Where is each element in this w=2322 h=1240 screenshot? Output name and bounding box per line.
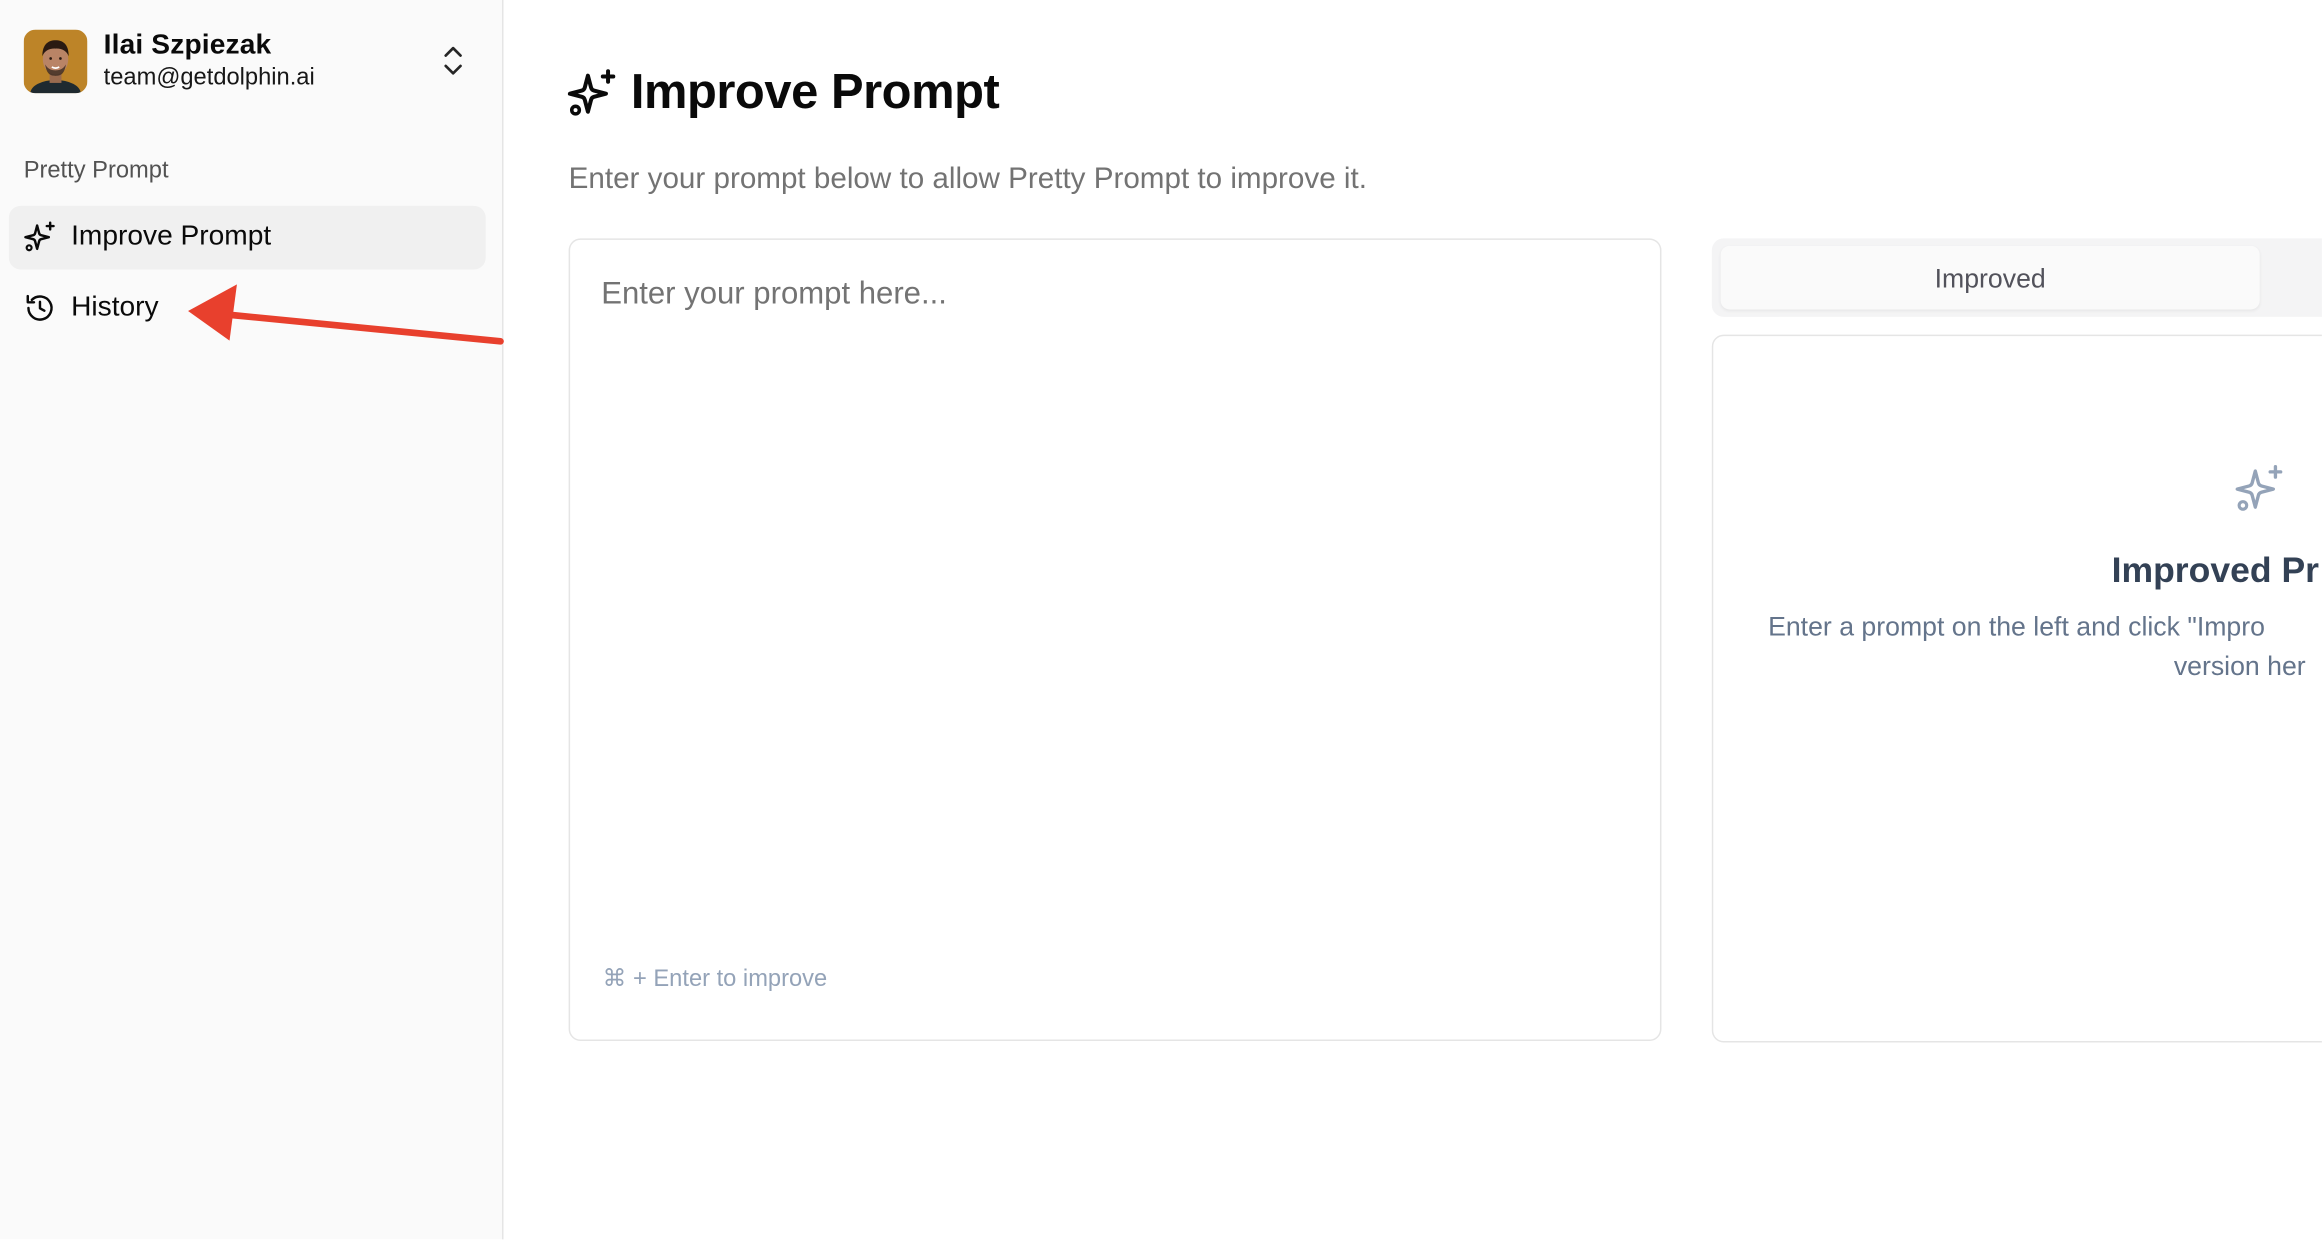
sparkles-icon bbox=[2235, 464, 2283, 511]
user-avatar-photo bbox=[23, 29, 88, 94]
annotation-arrow bbox=[188, 284, 504, 345]
shortcut-hint: ⌘ + Enter to improve bbox=[602, 966, 828, 993]
sidebar-item-label: Improve Prompt bbox=[71, 220, 272, 252]
user-name: Ilai Szpiezak bbox=[103, 29, 272, 61]
user-switcher[interactable]: Ilai Szpiezak team@getdolphin.ai bbox=[23, 28, 477, 96]
sparkles-icon bbox=[24, 221, 55, 252]
sidebar-item-label: History bbox=[71, 291, 159, 323]
user-email: team@getdolphin.ai bbox=[103, 65, 315, 91]
sidebar-item-improve-prompt[interactable]: Improve Prompt bbox=[8, 205, 486, 270]
sidebar: Ilai Szpiezak team@getdolphin.ai Pretty … bbox=[0, 0, 504, 1240]
sidebar-group-label: Pretty Prompt bbox=[23, 158, 169, 184]
result-empty-title: Improved Pr bbox=[2111, 550, 2320, 591]
tab-improved[interactable]: Improved bbox=[1720, 245, 2260, 310]
result-tabs: Improved bbox=[1711, 238, 2322, 317]
page-title: Improve Prompt bbox=[630, 63, 1000, 119]
result-empty-description: Enter a prompt on the left and click "Im… bbox=[1768, 611, 2265, 642]
prompt-input[interactable] bbox=[601, 276, 1623, 899]
result-panel: Improved Pr Enter a prompt on the left a… bbox=[1711, 334, 2322, 1043]
page-subtitle: Enter your prompt below to allow Pretty … bbox=[568, 162, 1367, 196]
chevrons-up-down-icon[interactable] bbox=[435, 41, 471, 80]
prompt-panel: ⌘ + Enter to improve bbox=[568, 238, 1662, 1042]
app-frame: Ilai Szpiezak team@getdolphin.ai Pretty … bbox=[0, 0, 2322, 1240]
avatar bbox=[23, 29, 88, 94]
result-empty-description: version her bbox=[2173, 651, 2306, 682]
history-icon bbox=[26, 294, 53, 321]
tab-label: Improved bbox=[1934, 263, 2046, 294]
sparkles-icon bbox=[567, 69, 616, 116]
